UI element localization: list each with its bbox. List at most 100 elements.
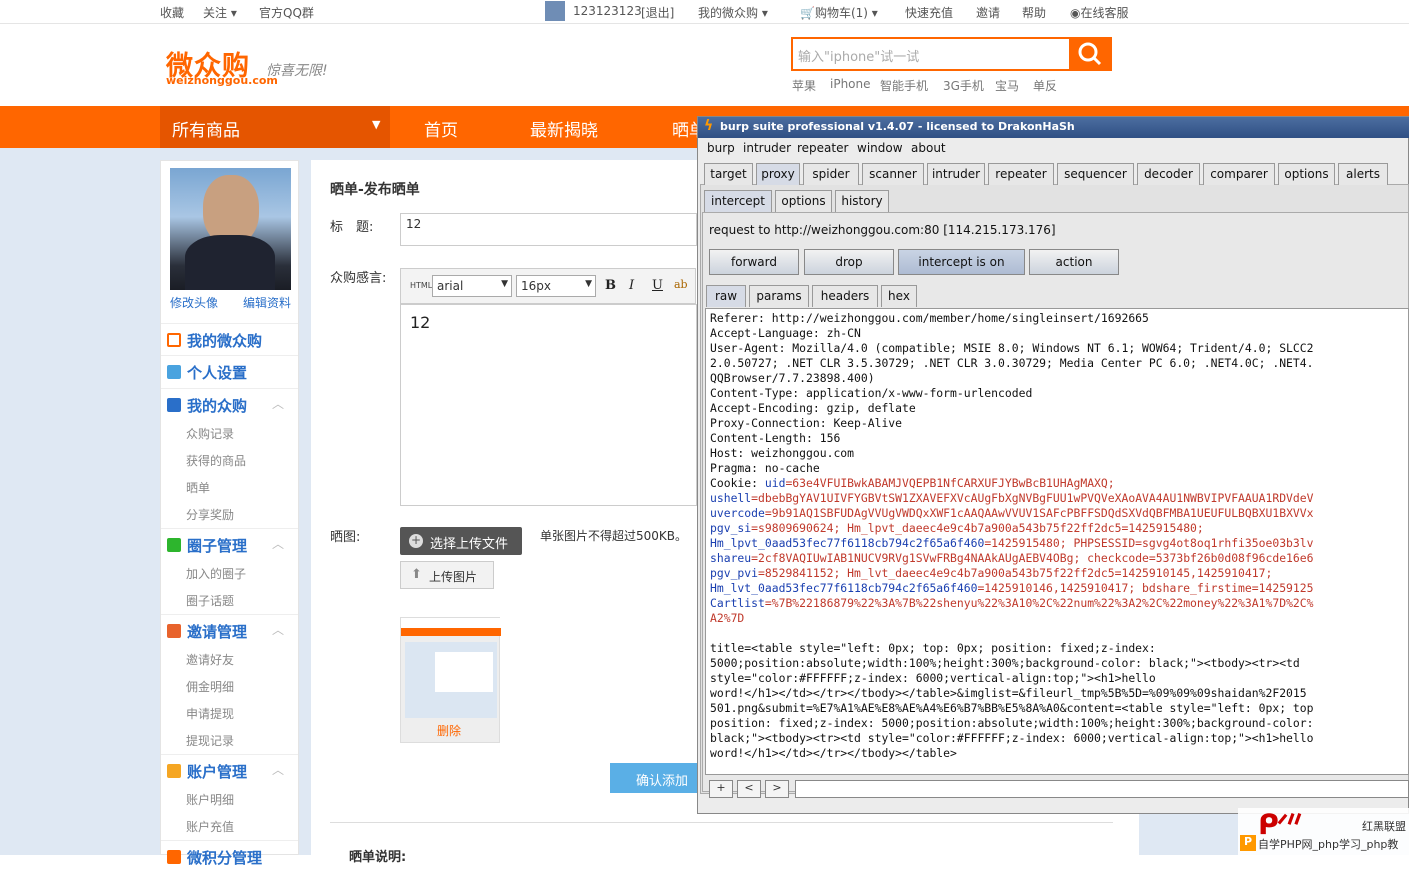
hot-keyword[interactable]: 苹果 <box>792 77 816 94</box>
help-link[interactable]: 帮助 <box>1022 4 1046 21</box>
sidebar-item-withdraw[interactable]: 申请提现 <box>186 705 234 722</box>
tab-target[interactable]: target <box>704 163 753 185</box>
title-input[interactable]: 12 <box>400 213 697 246</box>
menu-window[interactable]: window <box>857 141 903 155</box>
italic-button[interactable]: I <box>629 278 634 293</box>
view-tab-raw[interactable]: raw <box>706 285 746 307</box>
cart-label: 购物车(1) <box>814 6 868 20</box>
edit-profile-link[interactable]: 编辑资料 <box>243 294 291 311</box>
content-editor[interactable]: 12 <box>400 304 697 506</box>
sidebar-item-share[interactable]: 晒单 <box>186 479 210 496</box>
view-tab-params[interactable]: params <box>749 285 809 307</box>
sidebar-section-purchases[interactable]: 我的众购 ︿ <box>161 388 298 420</box>
subtab-options[interactable]: options <box>775 190 832 212</box>
headset-icon: ◉ <box>1070 6 1081 20</box>
request-line: Content-Length: 156 <box>710 431 841 445</box>
tab-options[interactable]: options <box>1278 163 1335 185</box>
sidebar-section-settings[interactable]: 个人设置 <box>161 355 298 387</box>
forward-button[interactable]: forward <box>709 249 799 275</box>
sidebar-section-home[interactable]: 我的微众购 <box>161 323 298 355</box>
sidebar-item-commission[interactable]: 佣金明细 <box>186 678 234 695</box>
nav-home[interactable]: 首页 <box>424 116 458 141</box>
body-line: 501.png&submit=%E7%A1%AE%E8%AE%A4%E6%B7%… <box>710 701 1314 715</box>
menu-intruder[interactable]: intruder <box>743 141 791 155</box>
sidebar-item-joined-circles[interactable]: 加入的圈子 <box>186 565 246 582</box>
bold-button[interactable]: B <box>605 278 616 293</box>
sidebar-section-points[interactable]: 微积分管理 <box>161 840 298 872</box>
hot-keyword[interactable]: 宝马 <box>995 77 1019 94</box>
drop-button[interactable]: drop <box>804 249 894 275</box>
sidebar-item-rewards[interactable]: 分享奖励 <box>186 506 234 523</box>
intercept-toggle-button[interactable]: intercept is on <box>898 249 1025 275</box>
tab-spider[interactable]: spider <box>803 163 859 185</box>
cart-link[interactable]: 🛒购物车(1) ▾ <box>800 4 878 21</box>
subtab-history[interactable]: history <box>835 190 889 212</box>
sidebar-section-invites[interactable]: 邀请管理 ︿ <box>161 614 298 646</box>
sidebar-item-records[interactable]: 众购记录 <box>186 425 234 442</box>
search-button[interactable] <box>1069 37 1112 71</box>
sidebar-item-account-detail[interactable]: 账户明细 <box>186 791 234 808</box>
search-next-button[interactable]: > <box>765 780 789 798</box>
menu-burp[interactable]: burp <box>707 141 735 155</box>
hot-keyword[interactable]: 3G手机 <box>943 77 984 94</box>
sidebar-item-won[interactable]: 获得的商品 <box>186 452 246 469</box>
choose-file-button[interactable]: + 选择上传文件 <box>400 527 522 555</box>
sidebar-item-account-recharge[interactable]: 账户充值 <box>186 818 234 835</box>
watermark-brand: 红黑联盟 <box>1362 820 1406 833</box>
view-tab-headers[interactable]: headers <box>812 285 878 307</box>
search-prev-button[interactable]: < <box>737 780 761 798</box>
sidebar-item-invite-friends[interactable]: 邀请好友 <box>186 651 234 668</box>
burp-logo-icon: ϟ <box>704 118 714 134</box>
user-avatar[interactable] <box>545 1 565 21</box>
sidebar-item-circle-topics[interactable]: 圈子话题 <box>186 592 234 609</box>
font-size-select[interactable]: 16px ▼ <box>516 275 596 297</box>
html-source-button[interactable]: HTML <box>410 281 432 290</box>
my-account-link[interactable]: 我的微众购 ▾ <box>698 4 768 21</box>
invite-link[interactable]: 邀请 <box>976 4 1000 21</box>
text-color-icon[interactable]: ab <box>674 278 688 291</box>
tab-alerts[interactable]: alerts <box>1338 163 1388 185</box>
font-family-select[interactable]: arial ▼ <box>432 275 512 297</box>
menu-about[interactable]: about <box>911 141 946 155</box>
sidebar-section-circles[interactable]: 圈子管理 ︿ <box>161 528 298 560</box>
edit-avatar-link[interactable]: 修改头像 <box>170 294 218 311</box>
hot-keyword[interactable]: 单反 <box>1033 77 1057 94</box>
nav-latest[interactable]: 最新揭晓 <box>530 116 598 141</box>
hot-keyword[interactable]: 智能手机 <box>880 77 928 94</box>
confirm-add-button[interactable]: 确认添加 <box>610 763 710 793</box>
burp-title-bar[interactable]: ϟ burp suite professional v1.4.07 - lice… <box>698 117 1409 138</box>
delete-image-link[interactable]: 删除 <box>437 722 461 739</box>
tab-proxy[interactable]: proxy <box>756 163 800 185</box>
tab-repeater[interactable]: repeater <box>988 163 1054 185</box>
hot-keyword[interactable]: iPhone <box>830 77 871 91</box>
page-title: 晒单-发布晒单 <box>330 182 420 198</box>
follow-link[interactable]: 关注 ▾ <box>203 4 237 21</box>
tab-decoder[interactable]: decoder <box>1137 163 1200 185</box>
online-service-link[interactable]: ◉在线客服 <box>1070 4 1129 21</box>
sidebar-section-account[interactable]: 账户管理 ︿ <box>161 754 298 786</box>
search-input[interactable]: 输入"iphone"试一试 <box>791 37 1069 71</box>
qq-group-link[interactable]: 官方QQ群 <box>259 4 314 21</box>
raw-request-editor[interactable]: Referer: http://weizhonggou.com/member/h… <box>705 308 1409 775</box>
tab-comparer[interactable]: comparer <box>1203 163 1275 185</box>
underline-button[interactable]: U <box>652 278 663 293</box>
subtab-intercept[interactable]: intercept <box>704 190 772 212</box>
action-button[interactable]: action <box>1029 249 1119 275</box>
font-family-value: arial <box>437 279 464 293</box>
logout-link[interactable]: [退出] <box>641 4 674 21</box>
tab-scanner[interactable]: scanner <box>862 163 924 185</box>
view-tab-hex[interactable]: hex <box>881 285 917 307</box>
avatar-suit <box>185 235 275 290</box>
menu-repeater[interactable]: repeater <box>797 141 848 155</box>
search-add-button[interactable]: + <box>709 780 733 798</box>
tab-intruder[interactable]: intruder <box>927 163 985 185</box>
tab-sequencer[interactable]: sequencer <box>1057 163 1134 185</box>
upload-image-button[interactable]: ⬆ 上传图片 <box>400 561 494 589</box>
sidebar-item-withdraw-records[interactable]: 提现记录 <box>186 732 234 749</box>
search-field[interactable] <box>795 780 1409 798</box>
favorite-link[interactable]: 收藏 <box>160 4 184 21</box>
recharge-link[interactable]: 快速充值 <box>905 4 953 21</box>
section-title: 邀请管理 <box>187 623 248 641</box>
username-link[interactable]: 123123123 <box>573 4 642 18</box>
all-products-menu[interactable]: 所有商品 ▼ <box>160 106 390 148</box>
